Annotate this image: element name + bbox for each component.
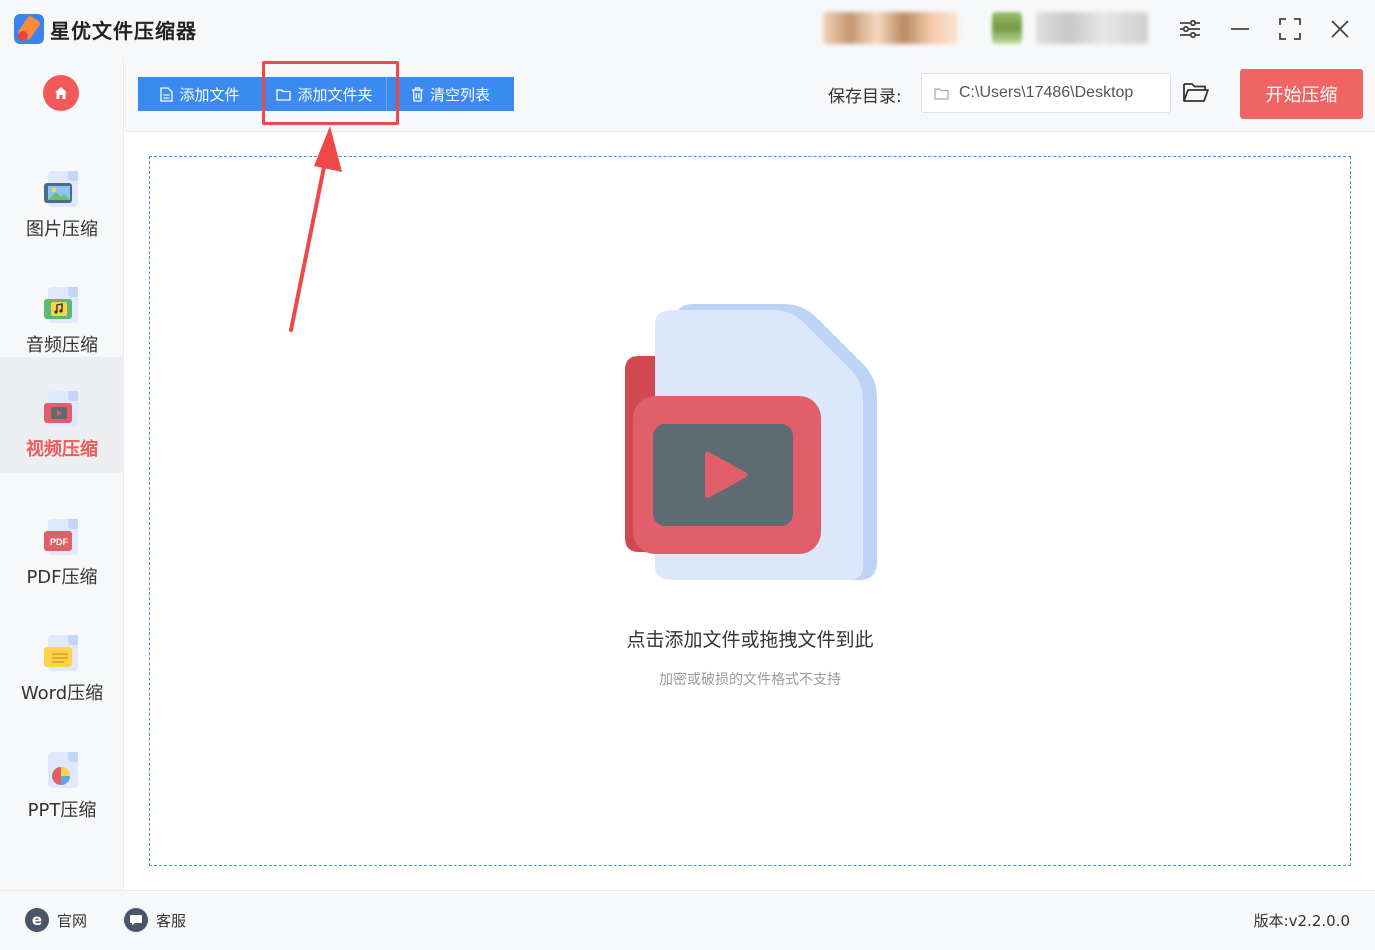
annotation-arrow-icon — [289, 126, 342, 332]
add-file-label: 添加文件 — [179, 85, 240, 104]
svg-text:PDF: PDF — [50, 537, 69, 547]
chat-bubble-icon — [124, 908, 148, 932]
image-file-icon — [42, 171, 82, 211]
drop-zone-subtitle: 加密或破损的文件格式不支持 — [659, 672, 841, 688]
sidebar-item-pdf[interactable]: PDF PDF压缩 — [0, 485, 124, 601]
maximize-icon[interactable] — [1277, 16, 1303, 42]
app-logo-icon — [14, 14, 44, 44]
blurred-account-text — [1036, 12, 1148, 44]
sidebar-item-label: 音频压缩 — [26, 335, 98, 356]
blurred-avatar — [992, 12, 1022, 44]
sidebar-item-video[interactable]: 视频压缩 — [0, 357, 124, 473]
footer: e 官网 客服 版本:v2.2.0.0 — [0, 890, 1375, 950]
home-button[interactable] — [43, 75, 79, 111]
add-file-button[interactable]: 添加文件 — [138, 77, 262, 111]
settings-sliders-icon[interactable] — [1177, 16, 1203, 42]
service-label: 客服 — [156, 911, 187, 930]
website-link[interactable]: e 官网 — [25, 908, 87, 932]
file-icon — [160, 86, 174, 102]
sidebar-item-label: PPT压缩 — [27, 800, 97, 821]
sidebar-item-ppt[interactable]: PPT压缩 — [0, 718, 124, 834]
minimize-icon[interactable] — [1227, 16, 1253, 42]
sidebar: 图片压缩 音频压缩 视频压缩 PDF PDF压缩 Word压缩 PPT压缩 — [0, 58, 124, 890]
home-icon — [55, 87, 67, 99]
close-icon[interactable] — [1327, 16, 1353, 42]
folder-icon — [934, 87, 949, 100]
sidebar-item-label: Word压缩 — [20, 683, 104, 704]
version-label: 版本:v2.2.0.0 — [1253, 912, 1350, 930]
sidebar-item-label: 图片压缩 — [26, 219, 98, 240]
drop-zone-title: 点击添加文件或拖拽文件到此 — [626, 629, 874, 651]
save-dir-value: C:\Users\17486\Desktop — [959, 84, 1134, 101]
blurred-user-info — [823, 12, 958, 44]
clear-list-label: 清空列表 — [429, 85, 490, 104]
sidebar-item-image[interactable]: 图片压缩 — [0, 137, 124, 253]
customer-service-link[interactable]: 客服 — [124, 908, 186, 932]
video-file-icon — [42, 391, 82, 431]
ie-browser-icon: e — [25, 908, 49, 932]
sidebar-item-audio[interactable]: 音频压缩 — [0, 253, 124, 369]
app-title: 星优文件压缩器 — [50, 19, 197, 43]
trash-icon — [411, 86, 423, 102]
sidebar-item-word[interactable]: Word压缩 — [0, 601, 124, 717]
save-dir-label: 保存目录: — [828, 87, 902, 107]
video-file-illustration-icon — [625, 304, 877, 580]
audio-file-icon — [42, 287, 82, 327]
annotation-highlight-box — [262, 61, 399, 125]
pdf-file-icon: PDF — [42, 519, 82, 559]
title-bar: 星优文件压缩器 — [0, 0, 1375, 58]
start-compress-button[interactable]: 开始压缩 — [1240, 69, 1363, 119]
folder-open-icon[interactable] — [1182, 80, 1210, 108]
clear-list-button[interactable]: 清空列表 — [386, 77, 514, 111]
word-file-icon — [42, 635, 82, 675]
website-label: 官网 — [57, 911, 88, 930]
sidebar-item-label: 视频压缩 — [26, 439, 98, 460]
sidebar-item-label: PDF压缩 — [26, 567, 98, 588]
save-dir-input[interactable]: C:\Users\17486\Desktop — [921, 73, 1171, 113]
ppt-file-icon — [42, 752, 82, 792]
